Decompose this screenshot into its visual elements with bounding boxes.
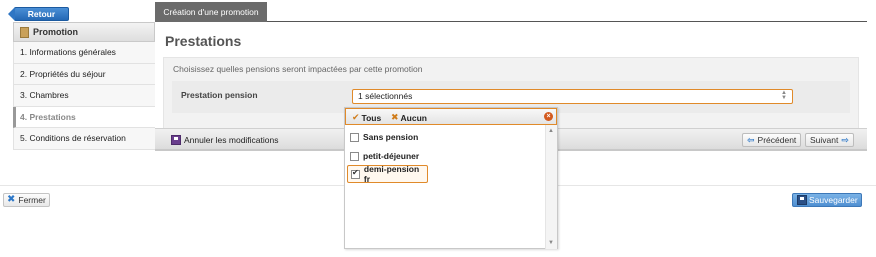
option-demi-pension[interactable]: demi-pension fr: [347, 165, 428, 183]
scroll-down-icon[interactable]: ▼: [548, 240, 554, 246]
option-petit-dejeuner[interactable]: petit-déjeuner: [347, 147, 419, 165]
pension-select[interactable]: 1 sélectionnés ▲ ▼: [352, 89, 793, 104]
dropdown-header: ✔ Tous ✖ Aucun ×: [345, 108, 557, 125]
cancel-changes-link[interactable]: Annuler les modifications: [171, 135, 279, 145]
arrow-right-icon: ⇨: [841, 135, 849, 145]
select-all-button[interactable]: ✔ Tous: [352, 112, 381, 123]
cancel-changes-label: Annuler les modifications: [184, 135, 279, 145]
close-label: Fermer: [18, 195, 46, 205]
close-icon: ✖: [7, 194, 16, 205]
checkbox[interactable]: [350, 132, 359, 142]
option-label: demi-pension fr: [363, 165, 420, 183]
close-button[interactable]: ✖ Fermer: [3, 193, 50, 207]
select-none-button[interactable]: ✖ Aucun: [391, 112, 427, 123]
save-icon: [171, 135, 181, 145]
option-label: Sans pension: [363, 132, 419, 142]
checkbox-checked[interactable]: [351, 168, 360, 179]
tab-bar: Retour Création d'une promotion: [0, 0, 876, 22]
page-title: Prestations: [165, 33, 242, 49]
save-label: Sauvegarder: [809, 195, 858, 205]
previous-label: Précédent: [757, 135, 797, 145]
sidebar-item-chambres[interactable]: 3. Chambres: [13, 85, 155, 107]
sidebar-item-proprietes[interactable]: 2. Propriétés du séjour: [13, 63, 155, 85]
select-arrows-icon: ▲ ▼: [781, 90, 787, 101]
close-dropdown-icon[interactable]: ×: [544, 112, 553, 121]
option-label: petit-déjeuner: [363, 151, 420, 161]
sidebar-item-informations[interactable]: 1. Informations générales: [13, 42, 155, 64]
save-button[interactable]: Sauvegarder: [792, 193, 862, 207]
document-icon: [20, 26, 29, 38]
next-button[interactable]: Suivant ⇨: [805, 133, 854, 147]
scroll-up-icon[interactable]: ▲: [548, 128, 554, 134]
sidebar-item-conditions[interactable]: 5. Conditions de réservation: [13, 128, 155, 150]
arrow-left-icon: ⇦: [747, 135, 755, 145]
next-label: Suivant: [810, 135, 839, 145]
wizard-sidebar: Promotion 1. Informations générales 2. P…: [13, 22, 155, 150]
promotion-page: Retour Création d'une promotion Promotio…: [0, 0, 876, 257]
select-value: 1 sélectionnés: [358, 91, 413, 101]
dropdown-scrollbar[interactable]: ▲ ▼: [545, 125, 557, 249]
previous-button[interactable]: ⇦ Précédent: [742, 133, 802, 147]
option-sans-pension[interactable]: Sans pension: [347, 128, 418, 146]
pension-dropdown: ✔ Tous ✖ Aucun × Sans pension petit-déje…: [344, 107, 558, 249]
back-button[interactable]: Retour: [8, 7, 69, 21]
field-label: Prestation pension: [181, 90, 258, 100]
options-list: Sans pension petit-déjeuner demi-pension…: [345, 125, 543, 249]
tab-creation-promotion[interactable]: Création d'une promotion: [155, 2, 267, 22]
checkbox[interactable]: [350, 151, 359, 161]
form-description: Choisissez quelles pensions seront impac…: [173, 64, 423, 74]
check-icon: ✔: [352, 112, 360, 122]
save-icon: [797, 195, 807, 205]
sidebar-item-prestations[interactable]: 4. Prestations: [13, 106, 155, 128]
sidebar-header: Promotion: [13, 22, 155, 42]
select-none-label: Aucun: [400, 112, 427, 123]
sidebar-header-label: Promotion: [33, 27, 78, 37]
cross-icon: ✖: [391, 112, 399, 122]
select-all-label: Tous: [361, 112, 382, 123]
